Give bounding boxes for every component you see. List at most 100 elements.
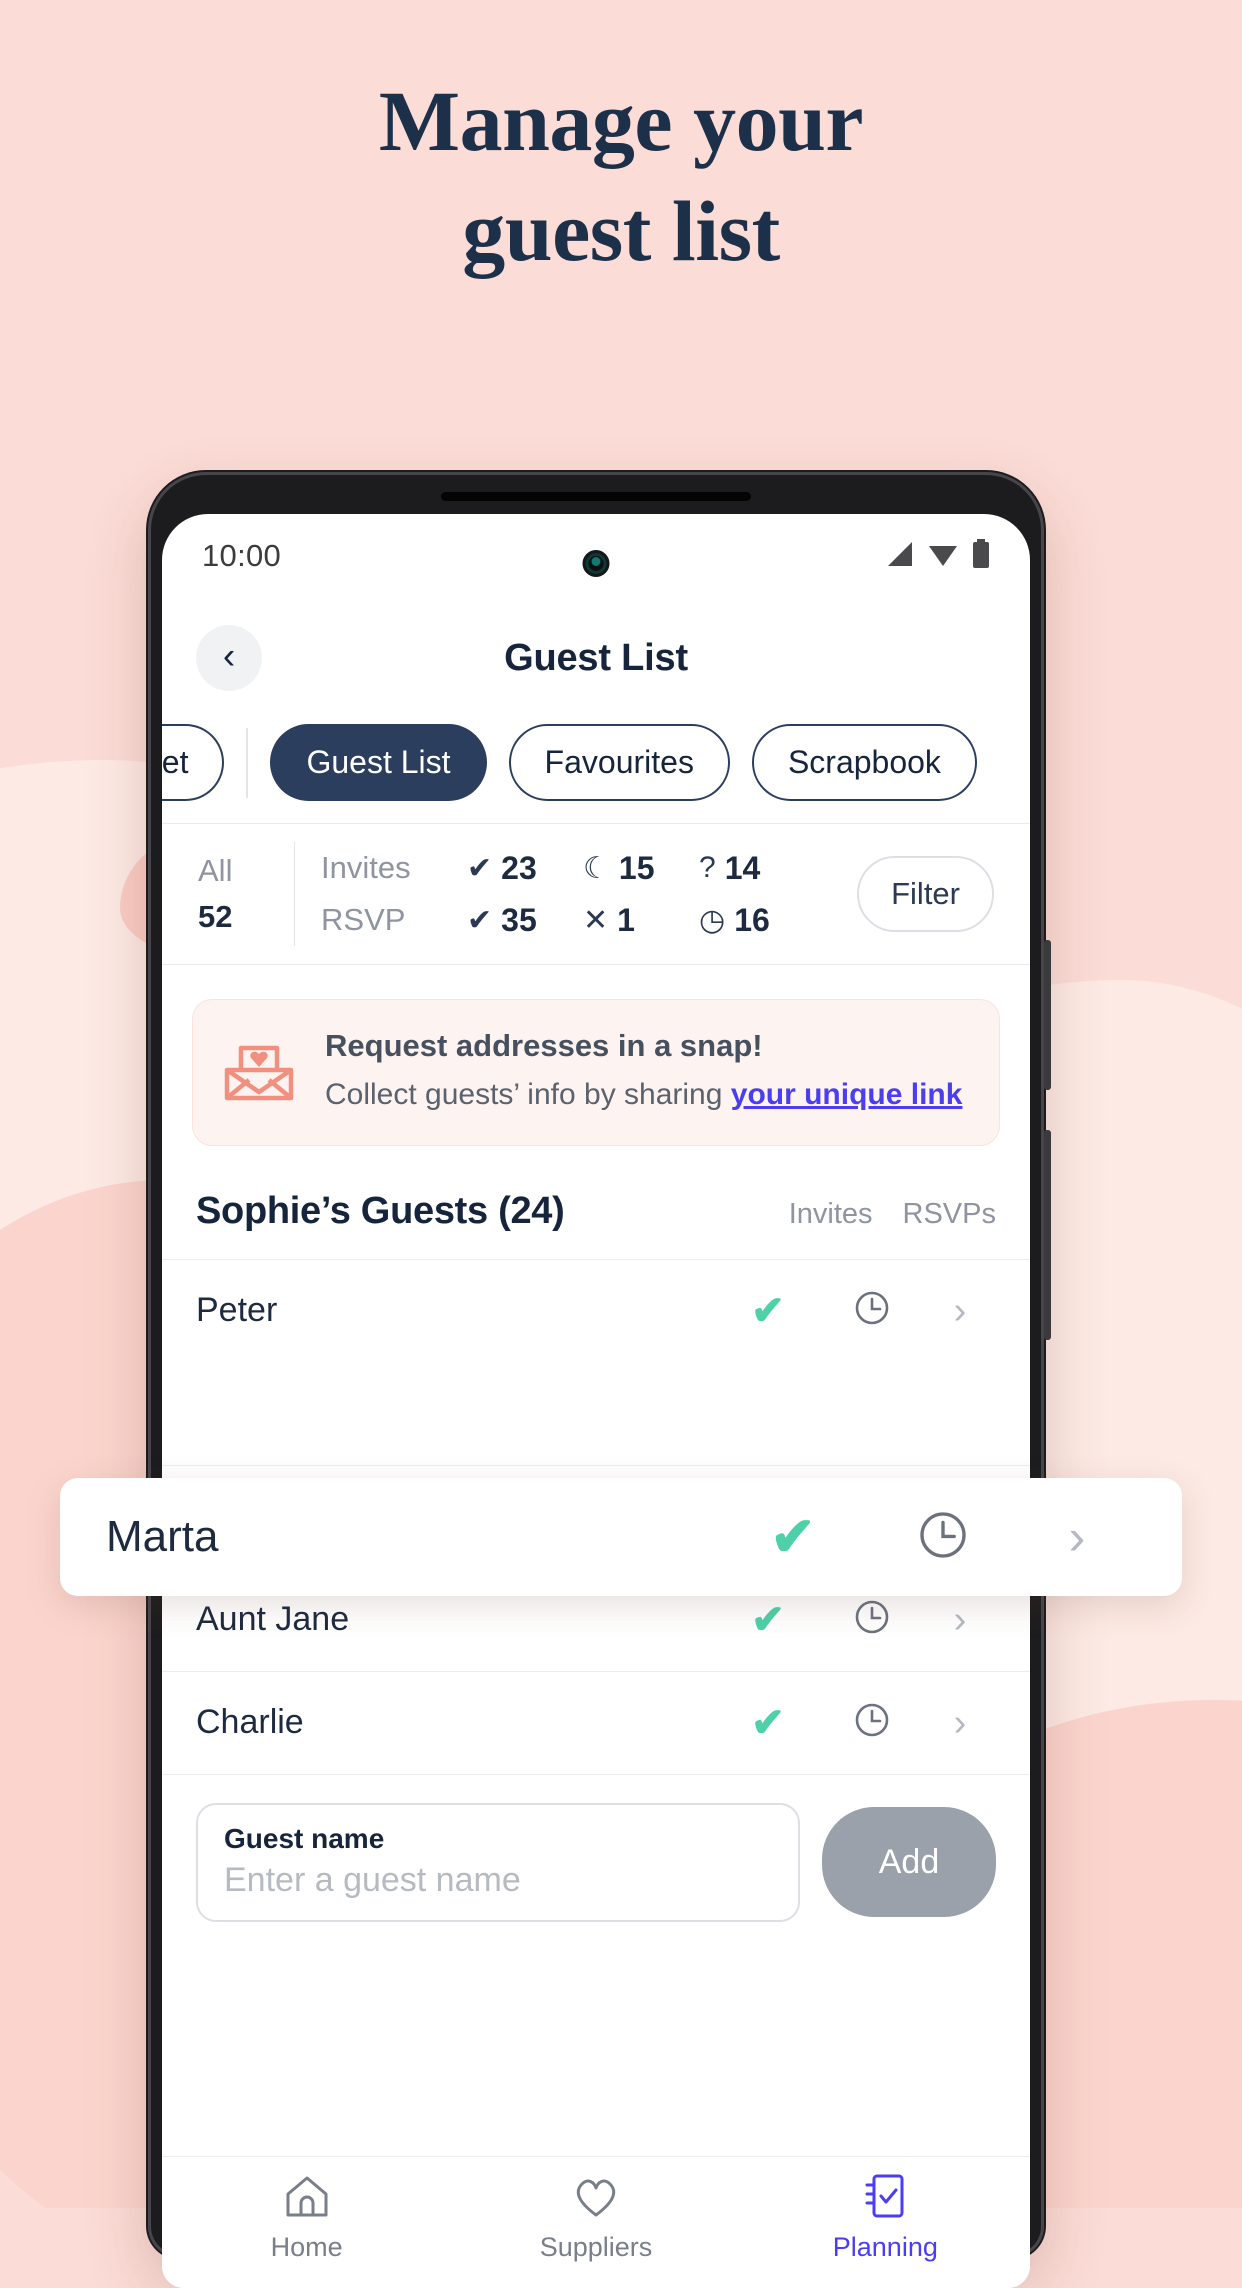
tab-divider xyxy=(246,727,249,798)
envelope-heart-icon xyxy=(219,1030,299,1115)
nav-item-planning[interactable]: Planning xyxy=(741,2157,1030,2288)
stat-invites-pending: ☾ 15 xyxy=(583,850,699,887)
stat-invites-accepted-value: 23 xyxy=(501,849,537,886)
guest-section-header: Sophie’s Guests (24) Invites RSVPs xyxy=(162,1146,1030,1259)
guest-rsvp-status[interactable] xyxy=(820,1288,924,1333)
guest-invite-status[interactable]: ✔ xyxy=(716,1291,820,1331)
clock-icon xyxy=(852,1288,892,1333)
question-icon: ? xyxy=(699,851,716,884)
banner-text: Request addresses in a snap! Collect gue… xyxy=(325,1028,962,1117)
nav-item-suppliers[interactable]: Suppliers xyxy=(451,2157,740,2288)
callout-detail-arrow[interactable]: › xyxy=(1018,1512,1136,1562)
stat-invites-unknown: ? 14 xyxy=(699,850,815,887)
earpiece-speaker xyxy=(441,492,751,501)
front-camera-punch-hole xyxy=(582,550,610,577)
stat-rsvp-no-value: 1 xyxy=(617,901,635,938)
guest-name: Peter xyxy=(196,1291,278,1330)
check-icon: ✔ xyxy=(467,903,493,937)
phone-screen: 10:00 ‹ Guest List et Guest List Favouri… xyxy=(162,514,1030,2288)
check-icon: ✔ xyxy=(751,1288,785,1333)
guest-column-headers: Invites RSVPs xyxy=(789,1198,996,1231)
wifi-icon xyxy=(927,540,959,573)
nav-label-suppliers: Suppliers xyxy=(539,2232,653,2262)
app-header: ‹ Guest List xyxy=(162,598,1030,718)
moon-icon: ☾ xyxy=(583,851,610,885)
stats-row-invites-label: Invites xyxy=(321,850,411,885)
check-icon: ✔ xyxy=(751,1597,785,1642)
stat-rsvp-pending: ◷ 16 xyxy=(699,902,815,939)
table-row[interactable]: Peter ✔ › xyxy=(162,1258,1030,1362)
guest-detail-arrow[interactable]: › xyxy=(924,1601,996,1639)
bottom-navigation: Home Suppliers Planning xyxy=(162,2156,1030,2288)
promo-headline: Manage your guest list xyxy=(0,78,1242,274)
tab-favourites[interactable]: Favourites xyxy=(508,724,730,801)
guest-status-cells: ✔ › xyxy=(716,1597,996,1642)
guest-name-input[interactable]: Enter a guest name xyxy=(224,1861,772,1900)
tab-bar[interactable]: get Guest List Favourites Scrapbook xyxy=(162,718,1030,823)
chevron-right-icon: › xyxy=(953,1598,967,1641)
clock-icon: ◷ xyxy=(699,903,726,937)
stat-rsvp-pending-value: 16 xyxy=(734,901,770,938)
clock-icon xyxy=(915,1507,971,1568)
banner-title: Request addresses in a snap! xyxy=(325,1028,763,1063)
guest-rsvp-status[interactable] xyxy=(820,1700,924,1745)
unique-link[interactable]: your unique link xyxy=(731,1078,963,1111)
request-addresses-banner[interactable]: Request addresses in a snap! Collect gue… xyxy=(192,999,1000,1146)
cross-icon: ✕ xyxy=(583,903,609,937)
banner-body-prefix: Collect guests’ info by sharing xyxy=(325,1078,731,1111)
callout-invite-status[interactable]: ✔ xyxy=(718,1510,868,1564)
guest-name: Charlie xyxy=(196,1703,304,1742)
promo-headline-line1: Manage your xyxy=(378,73,864,169)
stat-rsvp-yes: ✔ 35 xyxy=(467,902,583,939)
check-icon: ✔ xyxy=(751,1700,785,1745)
stats-row-rsvp-label: RSVP xyxy=(321,902,406,937)
home-icon xyxy=(282,2173,332,2224)
tab-scrapbook[interactable]: Scrapbook xyxy=(751,724,977,801)
clock-icon xyxy=(852,1597,892,1642)
page-title: Guest List xyxy=(504,636,688,679)
heart-icon xyxy=(571,2173,621,2224)
tab-budget[interactable]: get xyxy=(162,724,225,801)
guest-invite-status[interactable]: ✔ xyxy=(716,1600,820,1640)
clock-icon xyxy=(852,1700,892,1745)
notebook-check-icon xyxy=(860,2173,910,2224)
stat-invites-accepted: ✔ 23 xyxy=(467,850,583,887)
nav-item-home[interactable]: Home xyxy=(162,2157,451,2288)
nav-label-planning: Planning xyxy=(832,2232,938,2262)
tab-guest-list[interactable]: Guest List xyxy=(270,724,487,801)
guest-name-field-label: Guest name xyxy=(224,1822,385,1854)
status-bar: 10:00 xyxy=(162,514,1030,598)
guest-section-title: Sophie’s Guests (24) xyxy=(196,1189,565,1232)
filter-button[interactable]: Filter xyxy=(857,856,994,932)
stats-summary: All 52 Invites ✔ 23 ☾ 15 ? 14 RSVP ✔ 35 … xyxy=(162,823,1030,965)
table-row[interactable]: Charlie ✔ › xyxy=(162,1670,1030,1774)
column-header-invites: Invites xyxy=(788,1197,873,1230)
status-bar-icons xyxy=(884,538,990,574)
stat-all-value: 52 xyxy=(198,899,233,934)
highlighted-guest-callout[interactable]: Marta ✔ › xyxy=(60,1478,1182,1596)
stats-row-invites: Invites ✔ 23 ☾ 15 ? 14 xyxy=(321,842,857,894)
guest-detail-arrow[interactable]: › xyxy=(924,1704,996,1742)
stat-invites-pending-value: 15 xyxy=(618,849,655,886)
column-header-rsvps: RSVPs xyxy=(902,1197,996,1230)
guest-status-cells: ✔ › xyxy=(716,1700,996,1745)
callout-rsvp-status[interactable] xyxy=(868,1507,1018,1568)
banner-subtitle: Collect guests’ info by sharing your uni… xyxy=(325,1074,962,1117)
stats-separator xyxy=(294,842,295,946)
stat-invites-unknown-value: 14 xyxy=(724,849,761,886)
stats-grid: Invites ✔ 23 ☾ 15 ? 14 RSVP ✔ 35 ✕ 1 ◷ 1… xyxy=(321,842,857,946)
guest-status-cells: ✔ › xyxy=(716,1288,996,1333)
guest-invite-status[interactable]: ✔ xyxy=(716,1703,820,1743)
guest-rsvp-status[interactable] xyxy=(820,1597,924,1642)
phone-side-button-power xyxy=(1044,1130,1051,1340)
guest-name-field[interactable]: Guest name Enter a guest name xyxy=(196,1802,800,1922)
guest-detail-arrow[interactable]: › xyxy=(924,1292,996,1330)
check-icon: ✔ xyxy=(467,851,493,885)
callout-guest-name: Marta xyxy=(106,1512,219,1561)
add-guest-button[interactable]: Add xyxy=(822,1807,996,1918)
add-guest-form: Guest name Enter a guest name Add xyxy=(162,1773,1030,1952)
signal-icon xyxy=(884,540,914,573)
stat-all: All 52 xyxy=(198,848,294,941)
phone-side-button-volume xyxy=(1044,940,1051,1090)
chevron-right-icon: › xyxy=(1068,1509,1086,1565)
